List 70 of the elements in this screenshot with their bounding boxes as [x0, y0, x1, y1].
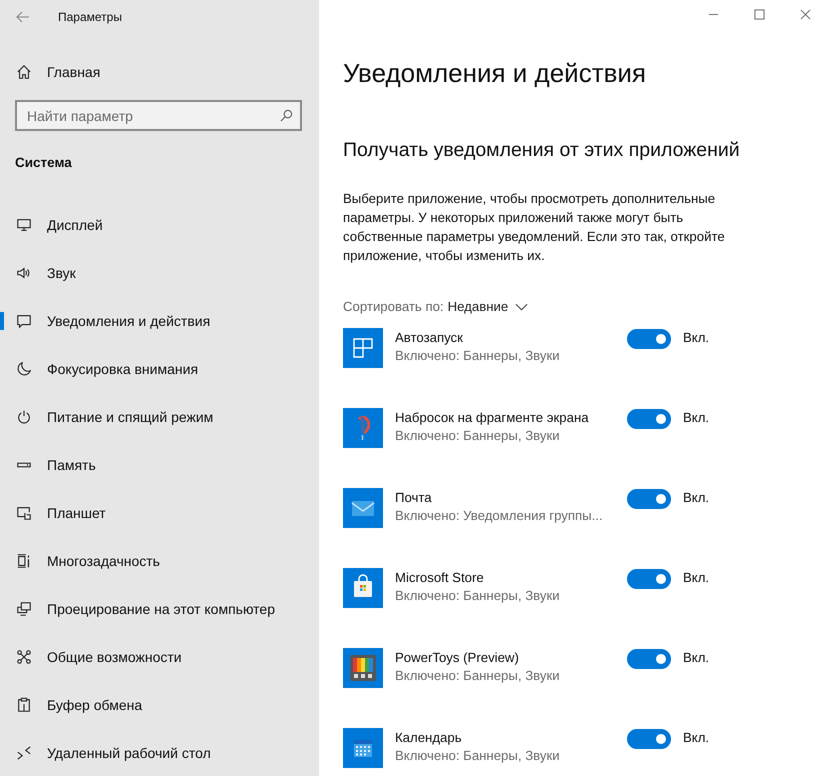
description-text: Выберите приложение, чтобы просмотреть дополнительные параметры. У некоторых приложений также могут быть собственные параметры уведомлений. Если это так, откройте приложение, чтобы изменить их. [343, 190, 726, 265]
section-heading: Система [15, 155, 72, 170]
maximize-icon[interactable] [754, 9, 765, 20]
app-status-text: Включено: Баннеры, Звуки [395, 668, 561, 683]
app-tile[interactable] [343, 568, 383, 608]
close-icon[interactable] [800, 9, 811, 20]
power-icon [16, 409, 32, 425]
toggle-switch[interactable] [627, 409, 671, 429]
speaker-icon [16, 265, 32, 281]
toggle-switch[interactable] [627, 329, 671, 349]
clipboard-icon [16, 697, 32, 713]
sidebar-item[interactable]: Планшет [0, 489, 319, 537]
network-icon [16, 649, 32, 665]
app-tile[interactable] [343, 728, 383, 768]
app-name[interactable]: Автозапуск [395, 330, 627, 345]
app-name[interactable]: Набросок на фрагменте экрана [395, 410, 627, 425]
app-name[interactable]: PowerToys (Preview) [395, 650, 627, 665]
sidebar-item[interactable]: Буфер обмена [0, 681, 319, 729]
home-link[interactable]: Главная [16, 54, 216, 90]
sidebar-item[interactable]: Память [0, 441, 319, 489]
tablet-icon [16, 505, 32, 521]
chevron-down-icon [515, 302, 528, 310]
sidebar-item[interactable]: Дисплей [0, 201, 319, 249]
sidebar-item[interactable]: Уведомления и действия [0, 297, 319, 345]
sidebar-item[interactable]: Питание и спящий режим [0, 393, 319, 441]
app-tile[interactable] [343, 488, 383, 528]
toggle-switch[interactable] [627, 649, 671, 669]
app-tile[interactable] [343, 408, 383, 448]
app-status-text: Включено: Баннеры, Звуки [395, 428, 561, 443]
grid-icon [353, 338, 373, 358]
section-title: Получать уведомления от этих приложений [343, 139, 741, 162]
app-status-text: Включено: Баннеры, Звуки [395, 348, 561, 363]
search-icon[interactable] [280, 109, 293, 122]
back-arrow-icon[interactable] [16, 10, 30, 22]
sidebar-item[interactable]: Многозадачность [0, 537, 319, 585]
sidebar-item[interactable]: Проецирование на этот компьютер [0, 585, 319, 633]
sidebar-item[interactable]: Удаленный рабочий стол [0, 729, 319, 776]
toggle-state-label: Вкл. [683, 570, 710, 585]
toggle-state-label: Вкл. [683, 650, 710, 665]
toggle-switch[interactable] [627, 729, 671, 749]
sort-dropdown[interactable]: Недавние [448, 299, 528, 314]
monitor-icon [16, 217, 32, 233]
search-field[interactable]: Найти параметр [15, 100, 302, 131]
moon-icon [16, 361, 32, 377]
app-name[interactable]: Microsoft Store [395, 570, 627, 585]
remote-icon [16, 745, 32, 761]
app-status-text: Включено: Уведомления группы... [395, 508, 604, 523]
toggle-switch[interactable] [627, 569, 671, 589]
page-title: Уведомления и действия [343, 58, 648, 89]
pen-icon [356, 416, 370, 440]
app-name[interactable]: Календарь [395, 730, 627, 745]
app-name[interactable]: Почта [395, 490, 627, 505]
speech-bubble-icon [16, 313, 32, 329]
toggle-state-label: Вкл. [683, 490, 710, 505]
toggle-state-label: Вкл. [683, 330, 710, 345]
sort-label: Сортировать по: [343, 299, 444, 314]
toggle-switch[interactable] [627, 489, 671, 509]
app-status-text: Включено: Баннеры, Звуки [395, 748, 561, 763]
sidebar-item[interactable]: Общие возможности [0, 633, 319, 681]
multitask-icon [16, 553, 32, 569]
window-title: Параметры [58, 10, 122, 24]
projector-icon [16, 601, 32, 617]
app-status-text: Включено: Баннеры, Звуки [395, 588, 561, 603]
sidebar-item[interactable]: Фокусировка внимания [0, 345, 319, 393]
app-tile[interactable] [343, 648, 383, 688]
toggle-state-label: Вкл. [683, 410, 710, 425]
app-tile[interactable] [343, 328, 383, 368]
sidebar-item[interactable]: Звук [0, 249, 319, 297]
toggle-state-label: Вкл. [683, 730, 710, 745]
home-icon [16, 64, 32, 80]
